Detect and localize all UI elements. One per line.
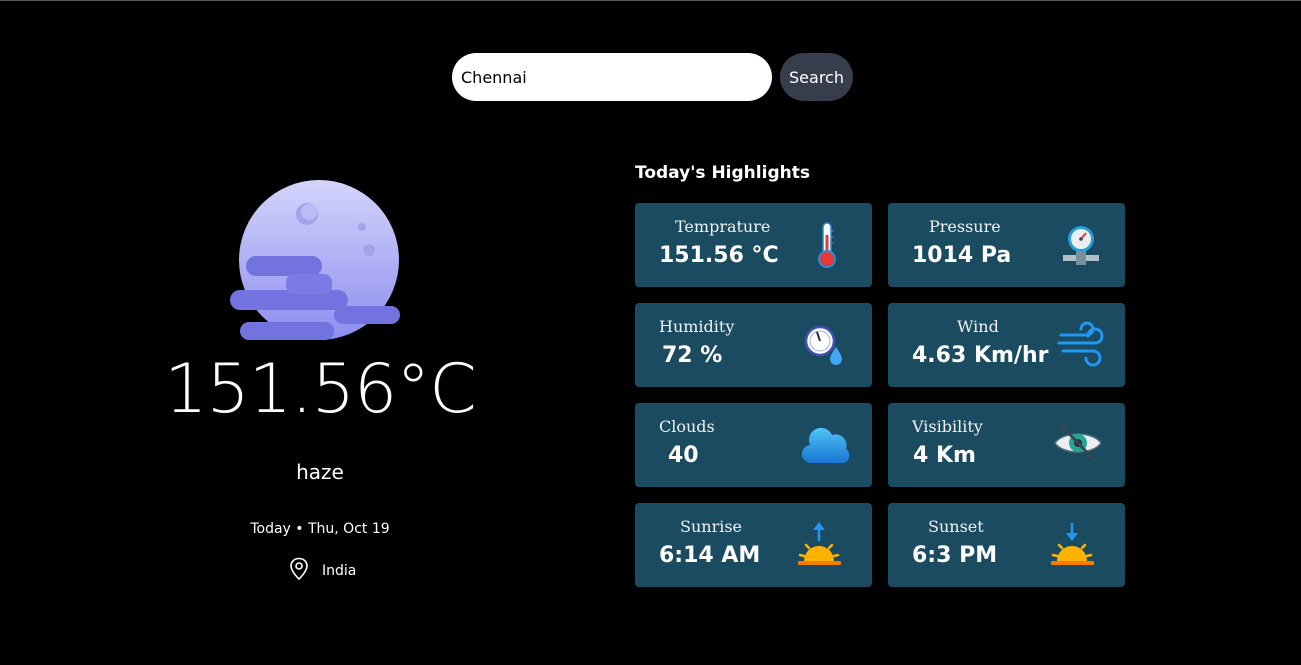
current-date: Today • Thu, Oct 19 — [250, 521, 390, 537]
current-temperature: 151.56°C — [164, 350, 476, 429]
card-label: Visibility — [912, 417, 983, 436]
card-label: Sunset — [928, 517, 984, 536]
sunset-icon — [1051, 521, 1101, 571]
card-value: 72 % — [662, 343, 723, 368]
highlight-card-temperature: Temprature 151.56 °C — [635, 203, 872, 287]
search-bar: Search — [452, 53, 853, 101]
card-value: 1014 Pa — [912, 243, 1012, 268]
top-border — [0, 0, 1301, 1]
card-value: 4.63 Km/hr — [912, 343, 1049, 368]
sunrise-icon — [798, 521, 848, 571]
card-value: 6:14 AM — [659, 543, 761, 568]
card-value: 40 — [668, 443, 699, 468]
search-button[interactable]: Search — [780, 53, 853, 101]
card-label: Sunrise — [680, 517, 743, 536]
location: India — [288, 557, 356, 585]
wind-icon — [1057, 321, 1107, 371]
humidity-icon — [800, 321, 850, 371]
card-label: Pressure — [929, 217, 1001, 236]
highlight-card-pressure: Pressure 1014 Pa — [888, 203, 1125, 287]
moon-haze-icon — [228, 178, 404, 346]
search-input[interactable] — [452, 53, 772, 101]
highlight-card-visibility: Visibility 4 Km — [888, 403, 1125, 487]
highlight-card-sunrise: Sunrise 6:14 AM — [635, 503, 872, 587]
location-label: India — [322, 563, 357, 579]
cloud-icon — [801, 421, 852, 471]
highlight-card-wind: Wind 4.63 Km/hr — [888, 303, 1125, 387]
pressure-gauge-icon — [1053, 221, 1103, 271]
card-label: Clouds — [659, 417, 715, 436]
location-pin-icon — [288, 557, 310, 585]
highlights-title: Today's Highlights — [635, 163, 810, 183]
highlight-card-sunset: Sunset 6:3 PM — [888, 503, 1125, 587]
card-label: Wind — [957, 317, 999, 336]
weather-condition: haze — [296, 460, 344, 484]
card-value: 6:3 PM — [912, 543, 998, 568]
card-value: 151.56 °C — [659, 243, 779, 268]
card-value: 4 Km — [913, 443, 976, 468]
thermometer-icon — [800, 221, 850, 271]
highlight-card-clouds: Clouds 40 — [635, 403, 872, 487]
visibility-icon — [1053, 421, 1103, 471]
card-label: Temprature — [675, 217, 771, 236]
card-label: Humidity — [659, 317, 735, 336]
highlight-card-humidity: Humidity 72 % — [635, 303, 872, 387]
